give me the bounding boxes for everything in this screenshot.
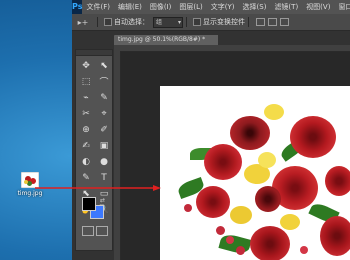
eraser-tool-icon[interactable]: ▣: [96, 139, 112, 152]
align-bottom-icon[interactable]: [280, 18, 289, 26]
quick-select-tool-icon[interactable]: ⌁: [78, 91, 94, 104]
lasso-tool-icon[interactable]: ⌒: [96, 75, 112, 88]
blur-tool-icon[interactable]: ●: [96, 155, 112, 168]
healing-brush-tool-icon[interactable]: ⊕: [78, 123, 94, 136]
menu-type[interactable]: 文字(Y): [207, 0, 239, 14]
vertical-ruler: [114, 51, 121, 260]
type-tool-icon[interactable]: T: [96, 171, 112, 184]
menu-edit[interactable]: 编辑(E): [114, 0, 146, 14]
divider: [97, 17, 98, 27]
eyedropper-tool-icon[interactable]: ⌖: [96, 107, 112, 120]
edit-mode-icon[interactable]: [82, 226, 94, 236]
canvas-image[interactable]: [160, 86, 350, 260]
auto-select-checkbox[interactable]: [104, 18, 112, 26]
gradient-tool-icon[interactable]: ◐: [78, 155, 94, 168]
drag-arrow-icon: [35, 185, 161, 191]
menu-filter[interactable]: 滤镜(T): [270, 0, 302, 14]
crop-tool-icon[interactable]: ✂: [78, 107, 94, 120]
artboard-tool-icon[interactable]: ⬉: [96, 59, 112, 72]
menu-file[interactable]: 文件(F): [82, 0, 114, 14]
auto-select-dropdown[interactable]: 组: [153, 16, 183, 28]
swap-colors-icon[interactable]: ⇄: [100, 197, 105, 204]
auto-select-label: 自动选择：: [114, 18, 149, 26]
align-top-icon[interactable]: [256, 18, 265, 26]
marquee-tool-icon[interactable]: ⬚: [78, 75, 94, 88]
move-tool-icon[interactable]: ✥: [78, 59, 94, 72]
divider: [186, 17, 187, 27]
foreground-color-swatch[interactable]: [82, 197, 96, 211]
menu-view[interactable]: 视图(V): [302, 0, 334, 14]
menu-window[interactable]: 窗口(W): [334, 0, 350, 14]
quick-mask-icon[interactable]: [96, 226, 108, 236]
show-transform-label: 显示变换控件: [203, 18, 245, 26]
pen-tool-icon[interactable]: ✎: [78, 171, 94, 184]
magic-wand-tool-icon[interactable]: ✎: [96, 91, 112, 104]
menu-bar: Ps 文件(F) 编辑(E) 图像(I) 图层(L) 文字(Y) 选择(S) 滤…: [72, 0, 350, 14]
align-buttons: [256, 18, 289, 26]
color-swatches: ⇄: [82, 197, 105, 219]
ps-logo: Ps: [72, 0, 83, 14]
tools-panel: ✥ ⬉ ⬚ ⌒ ⌁ ✎ ✂ ⌖ ⊕ ✐ ✍ ▣ ◐ ● ✎ T ⬉ ▭ ✋ 🔍 …: [75, 49, 113, 251]
menu-select[interactable]: 选择(S): [239, 0, 271, 14]
align-middle-icon[interactable]: [268, 18, 277, 26]
options-bar: ▸+ 自动选择： 组 显示变换控件: [72, 14, 350, 31]
menu-image[interactable]: 图像(I): [146, 0, 176, 14]
move-tool-preset-icon[interactable]: ▸+: [72, 18, 94, 27]
menu-layer[interactable]: 图层(L): [175, 0, 206, 14]
horizontal-ruler: [114, 45, 350, 52]
divider: [248, 17, 249, 27]
clone-stamp-tool-icon[interactable]: ✍: [78, 139, 94, 152]
desktop-file-label: timg.jpg: [17, 190, 43, 197]
show-transform-checkbox[interactable]: [193, 18, 201, 26]
document-tab[interactable]: timg.jpg @ 50.1%(RGB/8#) *: [114, 35, 218, 45]
brush-tool-icon[interactable]: ✐: [96, 123, 112, 136]
